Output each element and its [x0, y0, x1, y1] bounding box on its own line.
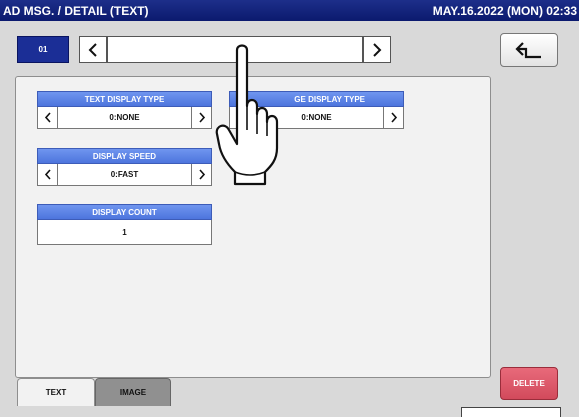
text-display-type-label: TEXT DISPLAY TYPE	[37, 91, 212, 107]
display-speed-label: DISPLAY SPEED	[37, 148, 212, 164]
record-number-button[interactable]: 01	[17, 36, 69, 63]
chevron-right-icon	[198, 112, 205, 123]
date-time: MAY.16.2022 (MON) 02:33	[432, 4, 577, 18]
display-count-setting: DISPLAY COUNT 1	[37, 204, 212, 245]
delete-button[interactable]: DELETE	[500, 367, 558, 400]
display-speed-next-button[interactable]	[191, 164, 211, 185]
display-count-value[interactable]: 1	[38, 220, 211, 244]
text-display-type-value[interactable]: 0:NONE	[58, 107, 191, 128]
text-display-type-next-button[interactable]	[191, 107, 211, 128]
text-display-type-prev-button[interactable]	[38, 107, 58, 128]
display-speed-value[interactable]: 0:FAST	[58, 164, 191, 185]
status-box	[461, 407, 561, 417]
chevron-right-icon	[198, 169, 205, 180]
record-next-button[interactable]	[363, 36, 391, 63]
tab-image[interactable]: IMAGE	[95, 378, 171, 406]
return-arrow-icon	[515, 42, 541, 59]
chevron-left-icon	[88, 42, 97, 57]
tab-text[interactable]: TEXT	[17, 378, 95, 406]
back-button[interactable]	[500, 33, 558, 67]
display-speed-setting: DISPLAY SPEED 0:FAST	[37, 148, 212, 186]
chevron-left-icon	[44, 112, 51, 123]
record-prev-button[interactable]	[79, 36, 107, 63]
title-bar: AD MSG. / DETAIL (TEXT) MAY.16.2022 (MON…	[0, 0, 579, 21]
chevron-right-icon	[373, 42, 382, 57]
chevron-right-icon	[390, 112, 397, 123]
chevron-left-icon	[44, 169, 51, 180]
display-speed-prev-button[interactable]	[38, 164, 58, 185]
text-display-type-setting: TEXT DISPLAY TYPE 0:NONE	[37, 91, 212, 129]
pointing-hand-icon	[215, 44, 279, 186]
display-count-label: DISPLAY COUNT	[37, 204, 212, 220]
page-title: AD MSG. / DETAIL (TEXT)	[3, 4, 149, 18]
image-display-type-next-button[interactable]	[383, 107, 403, 128]
